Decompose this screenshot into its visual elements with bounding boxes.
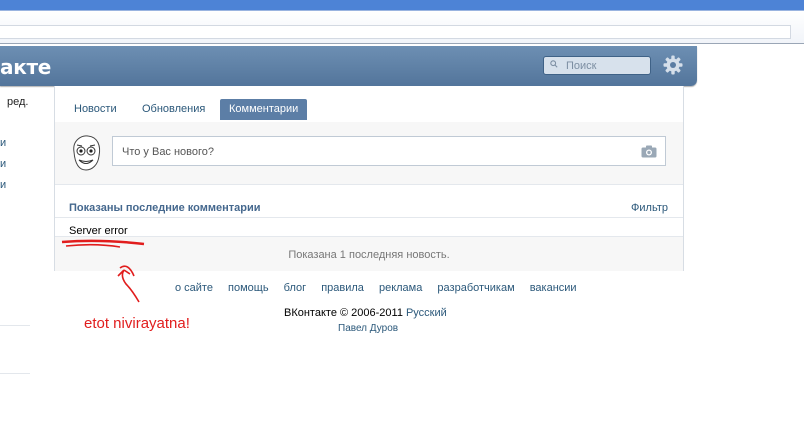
left-edit-link[interactable]: ред. [7,96,28,108]
footer-link-ads[interactable]: реклама [379,282,422,294]
section-title: Показаны последние комментарии [69,202,261,214]
search-input[interactable]: Поиск [543,56,651,75]
copyright-text: ВКонтакте © 2006-2011 [284,307,403,319]
tab-comments[interactable]: Комментарии [220,99,308,120]
camera-icon[interactable] [641,145,657,158]
divider [55,217,683,218]
browser-address-area[interactable] [0,25,791,39]
left-menu-item[interactable]: и [0,179,6,191]
footer-link-help[interactable]: помощь [228,282,269,294]
status-placeholder: Что у Вас нового? [122,146,215,158]
tab-news[interactable]: Новости [65,99,126,120]
tab-updates[interactable]: Обновления [133,99,214,120]
footer-link-developers[interactable]: разработчикам [437,282,514,294]
status-composer: Что у Вас нового? [55,122,683,185]
footer-links: о сайте помощь блог правила реклама разр… [175,282,589,294]
avatar[interactable] [68,134,104,172]
site-header: акте Поиск [0,46,697,86]
search-icon [550,60,558,68]
news-count: Показана 1 последняя новость. [288,249,450,261]
footer-link-about[interactable]: о сайте [175,282,213,294]
footer-link-rules[interactable]: правила [321,282,364,294]
gear-icon[interactable] [663,55,683,75]
status-input[interactable]: Что у Вас нового? [112,136,666,166]
annotation-text: etot nivirayatna! [84,315,190,332]
news-count-bar: Показана 1 последняя новость. [55,236,683,271]
feed-tabs: Новости Обновления Комментарии [55,86,683,123]
footer-link-jobs[interactable]: вакансии [530,282,577,294]
author-link[interactable]: Павел Дуров [338,323,398,334]
left-divider [0,325,30,326]
left-menu-item[interactable]: и [0,137,6,149]
news-feed-panel: Новости Обновления Комментарии Что у Вас… [54,86,684,271]
filter-link[interactable]: Фильтр [631,202,668,214]
browser-title-bar [0,0,804,11]
site-logo[interactable]: акте [0,55,51,79]
copyright: ВКонтакте © 2006-2011 Русский [284,307,447,319]
search-placeholder: Поиск [566,60,597,72]
left-menu-item[interactable]: и [0,158,6,170]
left-divider [0,373,30,374]
language-link[interactable]: Русский [406,307,447,319]
browser-toolbar [0,11,804,44]
footer-link-blog[interactable]: блог [284,282,306,294]
